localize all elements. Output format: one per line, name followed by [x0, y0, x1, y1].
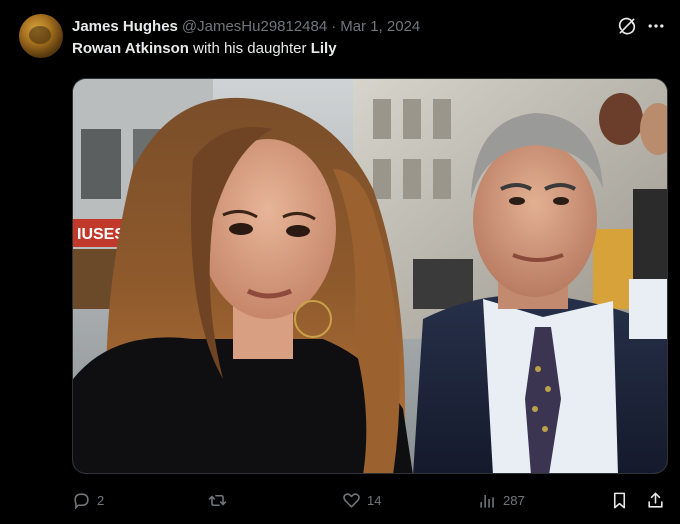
- repost-icon: [208, 494, 227, 506]
- separator-dot: ·: [331, 17, 337, 35]
- tweet-text: Rowan Atkinson with his daughter Lily: [72, 40, 337, 57]
- author-name[interactable]: James Hughes: [72, 18, 178, 35]
- bookmark-button[interactable]: [610, 488, 629, 512]
- share-button[interactable]: [646, 488, 665, 512]
- view-count: 287: [503, 492, 525, 508]
- tweet-photo[interactable]: IUSES: [72, 78, 668, 474]
- tweet-text-subject: Rowan Atkinson: [72, 40, 189, 57]
- share-icon: [648, 492, 663, 508]
- author-avatar[interactable]: [19, 14, 63, 58]
- author-handle[interactable]: @JamesHu29812484: [182, 18, 327, 35]
- bookmark-icon: [613, 492, 626, 508]
- action-bar: 2 14 287: [72, 488, 668, 512]
- tweet-text-middle: with his daughter: [188, 40, 311, 57]
- more-icon[interactable]: [646, 16, 666, 36]
- grok-icon[interactable]: [617, 16, 637, 36]
- heart-icon: [343, 492, 360, 508]
- tweet[interactable]: James Hughes @JamesHu29812484 · Mar 1, 2…: [0, 0, 680, 524]
- like-button[interactable]: 14: [342, 488, 381, 512]
- reply-count: 2: [97, 492, 105, 508]
- photo-illustration: IUSES: [73, 79, 667, 473]
- post-date[interactable]: Mar 1, 2024: [340, 18, 420, 35]
- reply-icon: [74, 492, 89, 510]
- tweet-header: James Hughes @JamesHu29812484 · Mar 1, 2…: [72, 16, 420, 36]
- views-button[interactable]: 287: [478, 488, 525, 512]
- like-count: 14: [367, 492, 382, 508]
- reply-button[interactable]: 2: [72, 488, 104, 512]
- views-icon: [480, 494, 494, 508]
- tweet-text-name: Lily: [310, 40, 337, 57]
- repost-button[interactable]: [208, 488, 233, 512]
